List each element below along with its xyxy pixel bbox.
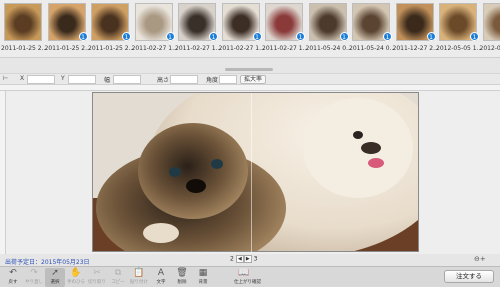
tool-text-button[interactable]: A 文字 [151, 268, 171, 287]
zoom-out-icon[interactable]: ⊖+ [474, 255, 486, 263]
tool-label: 削除 [177, 280, 187, 285]
thumb-image [4, 3, 42, 41]
filmstrip-thumb[interactable]: 1 2011-02-27 1... [175, 3, 222, 55]
thumb-image [482, 3, 500, 41]
tool-label: コピー [111, 280, 125, 285]
position-icon: ⊢ [3, 75, 9, 82]
usage-badge: 1 [426, 32, 436, 41]
x-field[interactable] [27, 75, 55, 84]
usage-badge: 1 [252, 32, 262, 41]
thumb-caption: 2011-12-27 2... [392, 45, 439, 52]
usage-badge: 1 [165, 32, 175, 41]
usage-badge: 1 [209, 32, 218, 41]
filmstrip-thumb[interactable]: 1 2011-01-25 2... [88, 3, 135, 55]
thumb-caption: 2011-05-24 0... [305, 45, 352, 52]
prev-page-button[interactable]: ◀ [235, 255, 244, 263]
usage-badge: 1 [470, 32, 479, 41]
copy-icon: ⧉ [114, 268, 122, 278]
thumb-caption: 2011-02-27 1... [262, 45, 309, 52]
preview-icon: 📖 [238, 268, 250, 278]
editing-canvas[interactable] [6, 91, 500, 254]
page-current: 2 [230, 255, 234, 263]
text-icon: A [157, 268, 165, 278]
dog-photo [93, 93, 418, 251]
undo-icon: ↶ [9, 268, 17, 278]
tool-copy-button[interactable]: ⧉ コピー [108, 268, 128, 287]
filmstrip-thumb[interactable]: 1 2011-02-27 1... [218, 3, 265, 55]
thumb-caption: 2012-05-05 1... [479, 45, 500, 52]
thumb-caption: 2011-02-27 1... [218, 45, 265, 52]
zoom-button[interactable]: 拡大率 [240, 75, 267, 84]
usage-badge: 1 [339, 32, 349, 41]
redo-icon: ↷ [30, 268, 38, 278]
thumb-caption: 2011-01-25 2... [88, 45, 135, 52]
center-guide-line [251, 93, 252, 253]
tool-label: 切り取り [88, 280, 106, 285]
delete-icon: 🗑 [176, 268, 188, 278]
filmstrip-thumb[interactable]: 1 2011-02-27 1... [262, 3, 309, 55]
y-field[interactable] [68, 75, 96, 84]
usage-badge: 1 [122, 32, 131, 41]
tool-label: 文字 [156, 280, 166, 285]
thumb-caption: 2011-02-27 1... [175, 45, 222, 52]
tool-label: 戻す [8, 280, 18, 285]
order-button[interactable]: 注文する [444, 270, 494, 283]
usage-badge: 1 [78, 32, 88, 41]
cut-icon: ✂ [93, 268, 101, 278]
tool-redo-button[interactable]: ↷ やり直し [24, 268, 44, 287]
tool-label: やり直し [25, 280, 43, 285]
width-label: 幅 [104, 77, 111, 84]
filmstrip-thumb[interactable]: 1 2011-01-25 2... [44, 3, 91, 55]
filmstrip-thumb[interactable]: 1 2011-05-24 0... [349, 3, 396, 55]
usage-badge: 1 [383, 32, 392, 41]
tool-layout-button[interactable]: ▦ 背景 [193, 268, 213, 287]
height-label: 高さ [157, 77, 170, 84]
filmstrip-thumb[interactable]: 1 2011-02-27 1... [131, 3, 178, 55]
property-bar: ⊢ X Y 幅 高さ 角度 拡大率 [0, 73, 500, 85]
width-field[interactable] [113, 75, 141, 84]
publish-date: 出荷予定日：2015年05月23日 [5, 259, 90, 266]
tool-preview-button[interactable]: 📖 仕上がり確認 [234, 268, 261, 287]
y-label: Y [61, 75, 65, 82]
angle-label: 角度 [206, 77, 219, 84]
select-icon: ➚ [51, 268, 59, 278]
thumb-caption: 2012-05-05 1... [436, 45, 483, 52]
thumb-caption: 2011-01-25 2... [1, 45, 48, 52]
angle-field[interactable] [219, 75, 237, 84]
paste-icon: 📋 [133, 268, 145, 278]
splitter-handle[interactable] [225, 68, 273, 71]
tool-cut-button[interactable]: ✂ 切り取り [87, 268, 107, 287]
thumb-caption: 2011-01-25 2... [44, 45, 91, 52]
tool-select-button[interactable]: ➚ 選択 [45, 268, 65, 287]
tool-label: 背景 [198, 280, 208, 285]
tool-undo-button[interactable]: ↶ 戻す [3, 268, 23, 287]
tool-hand-button[interactable]: ✋ 手のひら [66, 268, 86, 287]
tool-paste-button[interactable]: 📋 貼り付け [129, 268, 149, 287]
tool-label: 手のひら [67, 280, 85, 285]
tool-label: 選択 [50, 280, 60, 285]
tool-label: 貼り付け [130, 280, 148, 285]
filmstrip-thumb[interactable]: 1 2011-12-27 2... [392, 3, 439, 55]
filmstrip-thumb[interactable]: 1 2012-05-05 1... [436, 3, 483, 55]
hand-icon: ✋ [70, 268, 82, 278]
x-label: X [20, 75, 25, 82]
filmstrip-thumb[interactable]: 2012-05-05 1... [480, 3, 500, 55]
page-navigator: 2 ◀ ▶ 3 [230, 255, 258, 263]
filmstrip-thumb[interactable]: 2011-01-25 2... [1, 3, 48, 55]
next-page-button[interactable]: ▶ [243, 255, 252, 263]
thumb-caption: 2011-02-27 1... [131, 45, 178, 52]
page-photo[interactable] [92, 92, 419, 252]
photo-filmstrip[interactable]: 2011-01-25 2... 1 2011-01-25 2... 1 2011-01-… [0, 0, 500, 58]
tool-delete-button[interactable]: 🗑 削除 [172, 268, 192, 287]
thumb-caption: 2011-05-24 0... [349, 45, 396, 52]
filmstrip-thumb[interactable]: 1 2011-05-24 0... [305, 3, 352, 55]
page-next: 3 [253, 255, 258, 263]
tool-label: 仕上がり確認 [234, 280, 261, 285]
usage-badge: 1 [296, 32, 305, 41]
layout-icon: ▦ [198, 268, 208, 278]
height-field[interactable] [170, 75, 198, 84]
